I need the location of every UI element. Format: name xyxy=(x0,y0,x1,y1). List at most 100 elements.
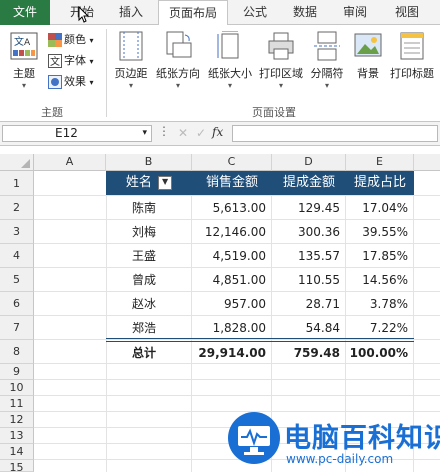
tab-page-layout[interactable]: 页面布局 xyxy=(158,0,228,26)
tab-data[interactable]: 数据 xyxy=(282,0,328,25)
name-box[interactable]: E12 ▾ xyxy=(2,125,152,142)
table-cell-commission[interactable]: 110.55 xyxy=(272,268,346,292)
fonts-label: 字体 xyxy=(64,54,86,67)
row-header[interactable]: 3 xyxy=(0,220,34,244)
ribbon-panel: 文 A 主题 ▾ 颜色 ▾ 文 字体 ▾ 效果 ▾ 主题 页边距 ▾ 纸张方向 … xyxy=(0,25,440,122)
row-header[interactable]: 2 xyxy=(0,196,34,220)
row-header[interactable]: 4 xyxy=(0,244,34,268)
column-header-f[interactable] xyxy=(414,154,440,171)
formula-input[interactable] xyxy=(232,125,438,142)
themes-label: 主题 xyxy=(13,67,35,80)
table-cell-sales[interactable]: 5,613.00 xyxy=(192,196,272,220)
print-titles-button[interactable]: 打印标题 xyxy=(386,31,438,81)
margins-icon xyxy=(119,31,143,61)
enter-icon: ✓ xyxy=(196,126,207,140)
total-sales[interactable]: 29,914.00 xyxy=(192,342,272,364)
ribbon-tab-bar: 文件 开始 插入 页面布局 公式 数据 审阅 视图 xyxy=(0,0,440,26)
table-cell-commission[interactable]: 54.84 xyxy=(272,316,346,340)
tab-formulas[interactable]: 公式 xyxy=(232,0,278,25)
table-cell-name[interactable]: 赵冰 xyxy=(106,292,192,316)
chevron-down-icon: ▾ xyxy=(175,81,180,90)
row-header[interactable]: 14 xyxy=(0,444,34,460)
effects-button[interactable]: 效果 ▾ xyxy=(48,73,94,91)
breaks-button[interactable]: 分隔符 ▾ xyxy=(306,31,348,91)
chevron-down-icon: ▾ xyxy=(278,81,283,90)
svg-text:文: 文 xyxy=(50,55,60,68)
table-cell-commission[interactable]: 135.57 xyxy=(272,244,346,268)
column-header-a[interactable]: A xyxy=(34,154,106,171)
colors-button[interactable]: 颜色 ▾ xyxy=(48,31,94,49)
table-cell-name[interactable]: 刘梅 xyxy=(106,220,192,244)
insert-function-icon[interactable]: fx xyxy=(212,125,223,139)
chevron-down-icon: ▾ xyxy=(89,57,94,66)
table-cell-commission[interactable]: 300.36 xyxy=(272,220,346,244)
row-header[interactable]: 12 xyxy=(0,412,34,428)
margins-label: 页边距 xyxy=(114,67,148,80)
tab-view[interactable]: 视图 xyxy=(384,0,430,25)
row-header[interactable]: 10 xyxy=(0,380,34,396)
column-header-d[interactable]: D xyxy=(272,154,346,171)
orientation-button[interactable]: 纸张方向 ▾ xyxy=(152,31,204,91)
table-header-ratio: 提成占比 xyxy=(346,171,414,195)
table-cell-sales[interactable]: 1,828.00 xyxy=(192,316,272,340)
column-header-c[interactable]: C xyxy=(192,154,272,171)
table-cell-ratio[interactable]: 17.04% xyxy=(346,196,414,220)
table-cell-commission[interactable]: 129.45 xyxy=(272,196,346,220)
tab-file[interactable]: 文件 xyxy=(0,0,50,25)
row-header[interactable]: 8 xyxy=(0,340,34,364)
background-button[interactable]: 背景 xyxy=(350,31,386,81)
row-header[interactable]: 11 xyxy=(0,396,34,412)
row-header[interactable]: 1 xyxy=(0,171,34,196)
tab-insert[interactable]: 插入 xyxy=(108,0,154,25)
table-cell-sales[interactable]: 957.00 xyxy=(192,292,272,316)
print-titles-icon xyxy=(400,32,424,60)
tab-review[interactable]: 审阅 xyxy=(332,0,378,25)
breaks-label: 分隔符 xyxy=(310,67,344,80)
table-cell-commission[interactable]: 28.71 xyxy=(272,292,346,316)
chevron-down-icon: ▾ xyxy=(227,81,232,90)
total-commission[interactable]: 759.48 xyxy=(272,342,346,364)
table-cell-sales[interactable]: 12,146.00 xyxy=(192,220,272,244)
watermark-logo: 电脑百科知识 www.pc-daily.com xyxy=(222,402,440,472)
row-header[interactable]: 15 xyxy=(0,460,34,472)
row-header[interactable]: 5 xyxy=(0,268,34,292)
table-cell-sales[interactable]: 4,851.00 xyxy=(192,268,272,292)
background-image-icon xyxy=(354,33,382,57)
table-cell-ratio[interactable]: 17.85% xyxy=(346,244,414,268)
column-header-b[interactable]: B xyxy=(106,154,192,171)
row-header[interactable]: 6 xyxy=(0,292,34,316)
themes-button[interactable]: 文 A 主题 ▾ xyxy=(4,31,44,91)
filter-dropdown-icon[interactable]: ▼ xyxy=(158,175,173,190)
table-cell-name[interactable]: 郑浩 xyxy=(106,316,192,340)
themes-group-label: 主题 xyxy=(41,106,63,119)
paper-size-icon xyxy=(217,31,239,59)
colors-label: 颜色 xyxy=(64,33,86,46)
table-header-sales: 销售金额 xyxy=(192,171,272,195)
table-cell-ratio[interactable]: 3.78% xyxy=(346,292,414,316)
chevron-down-icon: ▾ xyxy=(128,81,133,90)
mouse-cursor-icon xyxy=(78,6,90,23)
total-label[interactable]: 总计 xyxy=(106,342,192,364)
table-cell-name[interactable]: 陈南 xyxy=(106,196,192,220)
gridline xyxy=(34,379,440,380)
print-area-button[interactable]: 打印区域 ▾ xyxy=(256,31,306,91)
table-cell-ratio[interactable]: 14.56% xyxy=(346,268,414,292)
chevron-down-icon: ▾ xyxy=(89,78,94,87)
row-header[interactable]: 7 xyxy=(0,316,34,340)
table-cell-ratio[interactable]: 7.22% xyxy=(346,316,414,340)
page-setup-group-label: 页面设置 xyxy=(252,106,296,119)
total-ratio[interactable]: 100.00% xyxy=(346,342,414,364)
background-label: 背景 xyxy=(357,67,379,80)
print-titles-label: 打印标题 xyxy=(390,67,434,80)
size-button[interactable]: 纸张大小 ▾ xyxy=(204,31,256,91)
column-header-e[interactable]: E xyxy=(346,154,414,171)
table-cell-name[interactable]: 曾成 xyxy=(106,268,192,292)
row-header[interactable]: 13 xyxy=(0,428,34,444)
row-header[interactable]: 9 xyxy=(0,364,34,380)
margins-button[interactable]: 页边距 ▾ xyxy=(110,31,152,91)
table-cell-name[interactable]: 王盛 xyxy=(106,244,192,268)
fonts-button[interactable]: 文 字体 ▾ xyxy=(48,52,94,70)
table-cell-sales[interactable]: 4,519.00 xyxy=(192,244,272,268)
table-cell-ratio[interactable]: 39.55% xyxy=(346,220,414,244)
select-all-corner[interactable] xyxy=(0,154,34,171)
